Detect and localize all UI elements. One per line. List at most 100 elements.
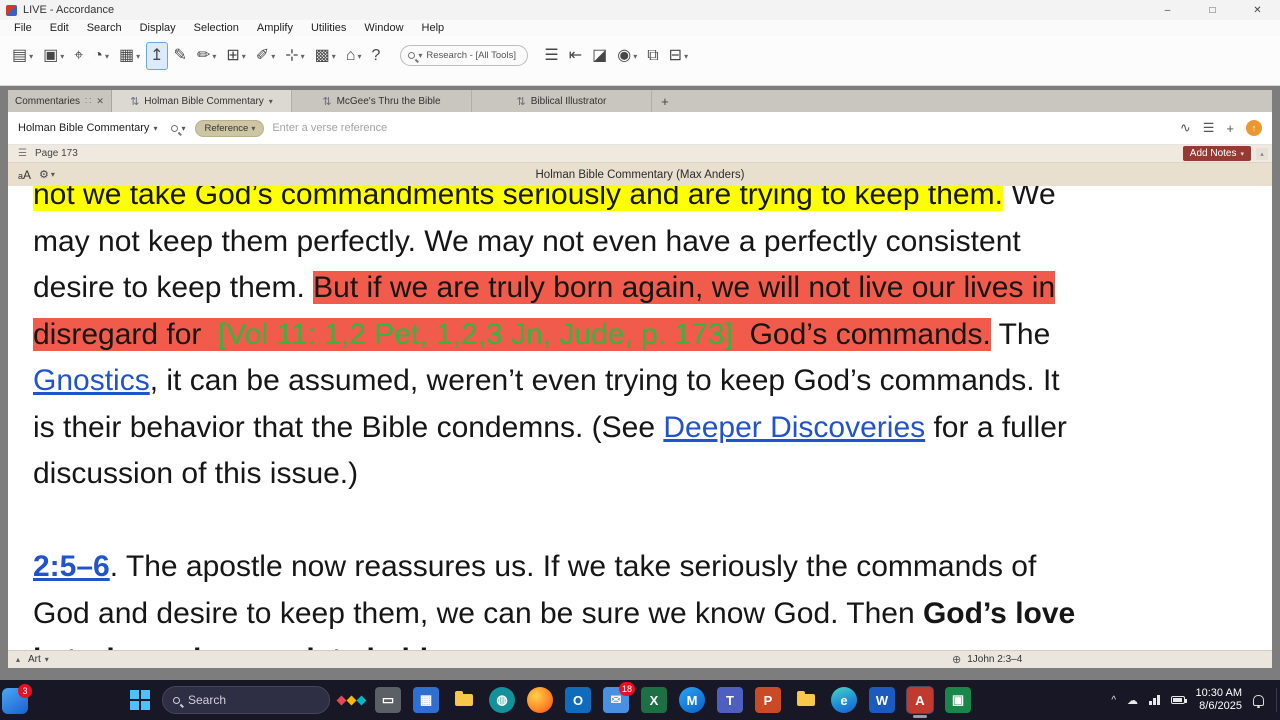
current-verse-indicator[interactable]: ⊕ 1John 2:3–4 bbox=[952, 653, 1022, 666]
workspace-icon: ▤ bbox=[12, 47, 28, 64]
menu-display[interactable]: Display bbox=[131, 22, 185, 34]
text-line: desire to keep them. But if we are truly… bbox=[33, 265, 1236, 312]
image-tool-button[interactable]: ◪ bbox=[588, 42, 611, 70]
taskbar-icon-store[interactable]: ▦ bbox=[413, 687, 439, 713]
menu-help[interactable]: Help bbox=[413, 22, 454, 34]
panel-zone-commentaries[interactable]: Commentaries ∷ ✕ bbox=[8, 90, 112, 112]
onedrive-cloud-icon[interactable]: ☁ bbox=[1127, 694, 1138, 707]
contents-menu-icon[interactable]: ☰ bbox=[18, 148, 27, 159]
taskbar-icon-edge[interactable]: e bbox=[831, 687, 857, 713]
account-icon[interactable]: ↑ bbox=[1246, 120, 1262, 136]
tab-mcgees-thru-the-bible[interactable]: ⇅ McGee's Thru the Bible bbox=[292, 90, 472, 112]
taskbar-icon-file-explorer[interactable] bbox=[451, 687, 477, 713]
globe-icon: ⊕ bbox=[952, 654, 962, 666]
battery-icon[interactable] bbox=[1170, 696, 1187, 704]
add-tab-button[interactable]: + bbox=[652, 90, 678, 112]
search-icon[interactable] bbox=[171, 124, 179, 132]
menu-utilities[interactable]: Utilities bbox=[302, 22, 355, 34]
pages-tool-button[interactable]: ⧉ bbox=[643, 42, 662, 70]
time-tool-button[interactable]: ◔ ▾ bbox=[89, 42, 113, 70]
taskbar-icon-excel[interactable]: X bbox=[641, 687, 667, 713]
wave-icon[interactable]: ∿ bbox=[1180, 120, 1191, 136]
cross-reference-icon: ⊹ bbox=[285, 47, 299, 64]
collapse-arrow-icon[interactable]: ▴ bbox=[16, 655, 20, 664]
text-run: , it can be assumed, weren’t even trying… bbox=[149, 364, 1060, 397]
taskbar-icon-outlook[interactable]: O bbox=[565, 687, 591, 713]
taskbar-icon-teams[interactable]: TN bbox=[717, 687, 743, 713]
deeper-discoveries-link[interactable]: Deeper Discoveries bbox=[663, 411, 925, 444]
camera-icon: ▣ bbox=[951, 692, 965, 707]
menu-search[interactable]: Search bbox=[78, 22, 131, 34]
taskbar-icon-accordance[interactable]: A bbox=[907, 687, 933, 718]
taskbar-icon-zoom[interactable]: ▣ bbox=[945, 687, 971, 713]
menu-file[interactable]: File bbox=[5, 22, 41, 34]
text-run: desire to keep them. bbox=[33, 271, 314, 304]
module-selector[interactable]: Holman Bible Commentary ▾ bbox=[18, 122, 157, 134]
chevron-down-icon[interactable]: ▾ bbox=[181, 124, 185, 133]
menu-amplify[interactable]: Amplify bbox=[248, 22, 302, 34]
charts-tool-button[interactable]: ▦ ▾ bbox=[115, 42, 144, 70]
align-tool-button[interactable]: ☰ bbox=[540, 42, 562, 70]
text-run: We bbox=[1002, 186, 1056, 211]
windows-logo-icon bbox=[141, 690, 150, 699]
verse-2-5-6-link[interactable]: 2:5–6 bbox=[33, 550, 110, 583]
hidden-icons-chevron[interactable]: ^ bbox=[1111, 695, 1116, 706]
amplify-tool-button[interactable]: ⌖ bbox=[70, 42, 87, 70]
help-button[interactable]: ? bbox=[367, 42, 384, 70]
research-search-box[interactable]: ▾ Research - [All Tools] bbox=[400, 45, 529, 66]
workspace-tool-button[interactable]: ▤ ▾ bbox=[8, 42, 37, 70]
start-button[interactable] bbox=[130, 690, 150, 710]
close-zone-icon[interactable]: ✕ bbox=[96, 96, 104, 107]
education-tool-button[interactable]: ⌂ ▾ bbox=[342, 42, 366, 70]
chevron-down-icon: ▾ bbox=[1240, 150, 1244, 158]
taskbar-icon-remote-desktop[interactable]: ▭ bbox=[375, 687, 401, 713]
layout-tool-button[interactable]: ⊞ ▾ bbox=[222, 42, 249, 70]
teal-app-icon: ◍ bbox=[496, 692, 508, 707]
text-line: is their behavior that the Bible condemn… bbox=[33, 405, 1236, 452]
gnostics-link[interactable]: Gnostics bbox=[33, 364, 150, 397]
taskbar-icon-firefox[interactable] bbox=[527, 687, 553, 713]
add-notes-button[interactable]: Add Notes ▾ bbox=[1182, 146, 1251, 161]
tab-biblical-illustrator[interactable]: ⇅ Biblical Illustrator bbox=[472, 90, 652, 112]
atlas-tool-button[interactable]: ◉ ▾ bbox=[613, 42, 641, 70]
taskbar-icon-teal-app[interactable]: ◍ bbox=[489, 687, 515, 713]
verse-reference-input[interactable]: Enter a verse reference bbox=[272, 122, 387, 134]
taskbar-icon-powerpoint[interactable]: P bbox=[755, 687, 781, 713]
tab-holman-bible-commentary[interactable]: ⇅ Holman Bible Commentary ▾ bbox=[111, 90, 292, 112]
reference-field-pill[interactable]: Reference ▾ bbox=[195, 119, 265, 137]
close-button[interactable]: ✕ bbox=[1235, 0, 1280, 20]
decoration-shape bbox=[336, 695, 347, 705]
menu-window[interactable]: Window bbox=[355, 22, 412, 34]
display-settings-icon[interactable]: ☰ bbox=[1203, 120, 1215, 136]
doclist-tool-button[interactable]: ⊟ ▾ bbox=[665, 42, 692, 70]
highlight-tool-button[interactable]: ✏ ▾ bbox=[193, 42, 220, 70]
taskbar-icon-mail[interactable]: ✉ 18 bbox=[603, 682, 635, 713]
maximize-button[interactable]: □ bbox=[1190, 0, 1235, 20]
page-number-label: Page 173 bbox=[34, 148, 78, 159]
pages-icon: ⧉ bbox=[647, 47, 659, 64]
document-list-icon: ⊟ bbox=[668, 47, 683, 64]
notification-center-icon[interactable] bbox=[1253, 694, 1264, 708]
graduation-cap-icon: ⌂ bbox=[345, 47, 356, 64]
menu-edit[interactable]: Edit bbox=[41, 22, 78, 34]
pen-tool-button[interactable]: ✎ bbox=[170, 42, 191, 70]
taskbar-icon-messenger[interactable]: M bbox=[679, 687, 705, 713]
draw-tool-button[interactable]: ✐ ▾ bbox=[252, 42, 279, 70]
crossref-tool-button[interactable]: ⊹ ▾ bbox=[281, 42, 308, 70]
commentary-text-pane[interactable]: not we take God’s commandments seriously… bbox=[8, 186, 1272, 650]
network-icon[interactable] bbox=[1149, 695, 1160, 705]
scroll-up-arrow[interactable]: ▴ bbox=[1256, 147, 1268, 160]
taskbar-search-box[interactable]: Search bbox=[162, 686, 330, 714]
margins-tool-button[interactable]: ⇤ bbox=[565, 42, 586, 70]
add-icon[interactable]: + bbox=[1226, 121, 1234, 136]
taskbar-clock[interactable]: 10:30 AM 8/6/2025 bbox=[1196, 687, 1242, 713]
art-selector[interactable]: Art ▾ bbox=[28, 654, 49, 665]
taskbar-icon-word[interactable]: W bbox=[869, 687, 895, 713]
show-desktop-button[interactable] bbox=[1276, 688, 1280, 712]
taskbar-icon-folder[interactable] bbox=[793, 687, 819, 713]
minimize-button[interactable]: – bbox=[1145, 0, 1190, 20]
table-tool-button[interactable]: ▩ ▾ bbox=[311, 42, 340, 70]
library-tool-button[interactable]: ▣ ▾ bbox=[39, 42, 68, 70]
menu-selection[interactable]: Selection bbox=[185, 22, 248, 34]
export-tool-button[interactable]: ↥ bbox=[146, 42, 168, 70]
